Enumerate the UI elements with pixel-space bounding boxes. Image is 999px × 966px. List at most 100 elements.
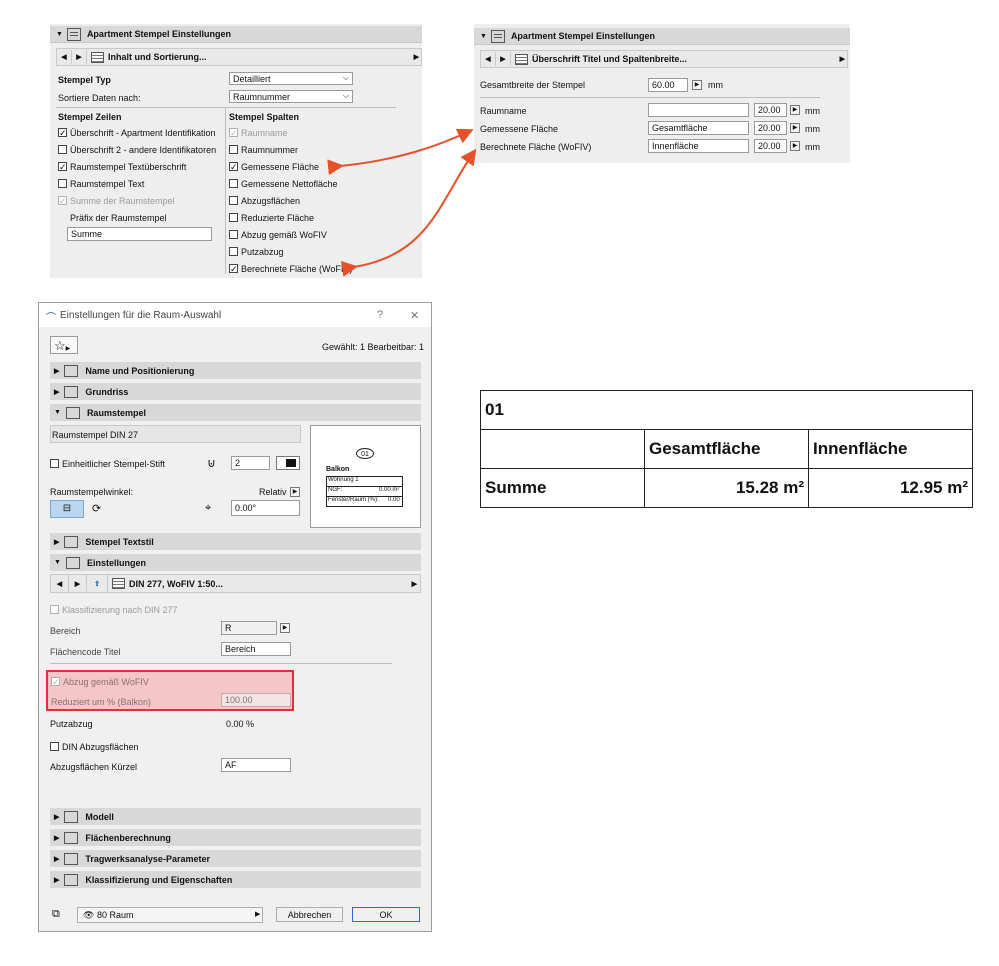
putzabzug-label: Putzabzug (50, 719, 93, 729)
section-name-positionierung[interactable]: ▶ Name und Positionierung (50, 362, 421, 379)
dialog-navbar[interactable]: ◀ ▶ ⇪ DIN 277, WoFIV 1:50... ▶ (50, 574, 421, 593)
table-row: 01 (480, 390, 973, 430)
reduziert-input[interactable]: 100.00 (221, 693, 291, 707)
section-tragwerksanalyse[interactable]: ▶ Tragwerksanalyse-Parameter (50, 850, 421, 867)
din-abzug-label: DIN Abzugsflächen (62, 742, 139, 752)
table-row: Summe 15.28 m² 12.95 m² (480, 468, 973, 508)
flaechencode-input[interactable]: Bereich (221, 642, 291, 656)
column-header-gesamtflaeche: Gesamtfläche (644, 429, 809, 469)
reduziert-label: Reduziert um % (Balkon) (51, 697, 152, 707)
eye-icon: 👁 (83, 910, 95, 920)
abzug-kuerzel-label: Abzugsflächen Kürzel (50, 762, 138, 772)
raumstempel-name: Raumstempel DIN 27 (52, 430, 139, 440)
dropdown-arrow-icon: ▶ (255, 911, 261, 918)
model-cube-icon (64, 810, 79, 823)
section-modell[interactable]: ▶ Modell (50, 808, 421, 825)
preview-ngf-label: NGF: (328, 487, 343, 493)
section-label: Raumstempel (86, 407, 146, 418)
section-grundriss[interactable]: ▶ Grundriss (50, 383, 421, 400)
einheitlicher-label: Einheitlicher Stempel-Stift (62, 459, 166, 469)
value-innenflaeche: 12.95 m² (808, 468, 973, 508)
section-label: Klassifizierung und Eigenschaften (85, 874, 233, 885)
angle-input[interactable]: 0.00° (231, 500, 300, 516)
stamp-table: 01 Gesamtfläche Innenfläche Summe 15.28 … (480, 390, 973, 508)
flaechencode-label: Flächencode Titel (50, 647, 121, 657)
layer-value: 80 Raum (97, 910, 134, 920)
section-label: Flächenberechnung (85, 832, 171, 843)
text-style-icon (64, 535, 79, 548)
preview-name: Balkon (326, 466, 350, 473)
prev-page-icon[interactable]: ◀ (51, 575, 69, 592)
expand-triangle-icon: ▶ (54, 876, 60, 884)
arrow-right-icon[interactable]: ▶ (290, 487, 300, 497)
collapse-triangle-icon: ▼ (54, 409, 61, 416)
annotation-arrows (327, 128, 477, 277)
value-gesamtflaeche: 15.28 m² (644, 468, 809, 508)
section-flaechenberechnung[interactable]: ▶ Flächenberechnung (50, 829, 421, 846)
expand-triangle-icon: ▶ (54, 388, 60, 396)
klassifizierung-checkbox[interactable] (50, 605, 59, 614)
room-stamp-icon (65, 406, 80, 419)
settings-icon (65, 556, 80, 569)
row-label-summe: Summe (480, 468, 645, 508)
favorites-star-icon[interactable]: ☆▶ (50, 336, 78, 354)
section-klassifizierung[interactable]: ▶ Klassifizierung und Eigenschaften (50, 871, 421, 888)
einheitlicher-checkbox[interactable] (50, 459, 59, 468)
floorplan-icon (64, 385, 79, 398)
klassifizierung-label: Klassifizierung nach DIN 277 (62, 605, 178, 615)
section-label: Grundriss (85, 386, 129, 397)
preview-line1: Wohnung 1 (328, 477, 359, 483)
expand-triangle-icon: ▶ (54, 834, 60, 842)
pen-color-picker[interactable] (276, 456, 300, 470)
section-label: Einstellungen (86, 557, 146, 568)
pen-color-swatch (286, 459, 296, 467)
preview-number: 01 (356, 448, 374, 459)
pen-icon: ⊍ (207, 456, 216, 470)
angle-rotated-icon[interactable]: ⟳ (92, 502, 101, 515)
angle-tool-icon: ⌖ (205, 502, 212, 514)
section-raumstempel[interactable]: ▼ Raumstempel (50, 404, 421, 421)
abzug-checkbox[interactable]: ✓ (51, 677, 60, 687)
angle-fixed-icon[interactable]: ⊟ (50, 500, 84, 518)
document-icon (64, 873, 79, 886)
nav-dropdown-icon[interactable]: ▶ (412, 580, 417, 588)
list-icon (112, 578, 125, 589)
section-einstellungen[interactable]: ▼ Einstellungen (50, 554, 421, 571)
calculator-icon (64, 831, 79, 844)
structure-icon (64, 852, 79, 865)
winkel-label: Raumstempelwinkel: (50, 487, 134, 497)
preview-fenster-value: 0.00 (388, 497, 400, 503)
preview-ngf-value: 0.00 m² (379, 487, 400, 493)
column-header-innenflaeche: Innenfläche (808, 429, 973, 469)
next-page-icon[interactable]: ▶ (69, 575, 87, 592)
export-icon[interactable]: ⇪ (87, 575, 108, 592)
divider (50, 663, 392, 664)
cancel-button[interactable]: Abbrechen (276, 907, 343, 922)
expand-triangle-icon: ▶ (54, 538, 60, 546)
bereich-input[interactable]: R (221, 621, 277, 635)
section-label: Modell (85, 811, 114, 822)
ok-button[interactable]: OK (352, 907, 420, 922)
pen-input[interactable]: 2 (231, 456, 270, 470)
close-icon[interactable]: ✕ (410, 309, 419, 322)
relativ-label: Relativ (259, 487, 287, 497)
bereich-label: Bereich (50, 626, 81, 636)
table-row: Gesamtfläche Innenfläche (480, 429, 973, 469)
help-icon[interactable]: ? (377, 309, 383, 321)
expand-triangle-icon: ▶ (54, 813, 60, 821)
din-abzug-checkbox[interactable] (50, 742, 59, 751)
layers-icon: ⧉ (52, 908, 60, 920)
section-stempel-textstil[interactable]: ▶ Stempel Textstil (50, 533, 421, 550)
stamp-number: 01 (480, 390, 973, 430)
expand-triangle-icon: ▶ (54, 855, 60, 863)
collapse-triangle-icon: ▼ (54, 559, 61, 566)
dialog-title: Einstellungen für die Raum-Auswahl (60, 310, 222, 321)
putzabzug-value: 0.00 % (226, 719, 255, 729)
table-cell-empty (480, 429, 645, 469)
expand-triangle-icon: ▶ (54, 367, 60, 375)
abzug-label: Abzug gemäß WoFIV (63, 677, 149, 687)
abzug-kuerzel-input[interactable]: AF (221, 758, 291, 772)
archicad-logo-icon: ⌒ (46, 313, 56, 324)
arrow-right-icon[interactable]: ▶ (280, 623, 290, 633)
section-label: Name und Positionierung (85, 365, 195, 376)
